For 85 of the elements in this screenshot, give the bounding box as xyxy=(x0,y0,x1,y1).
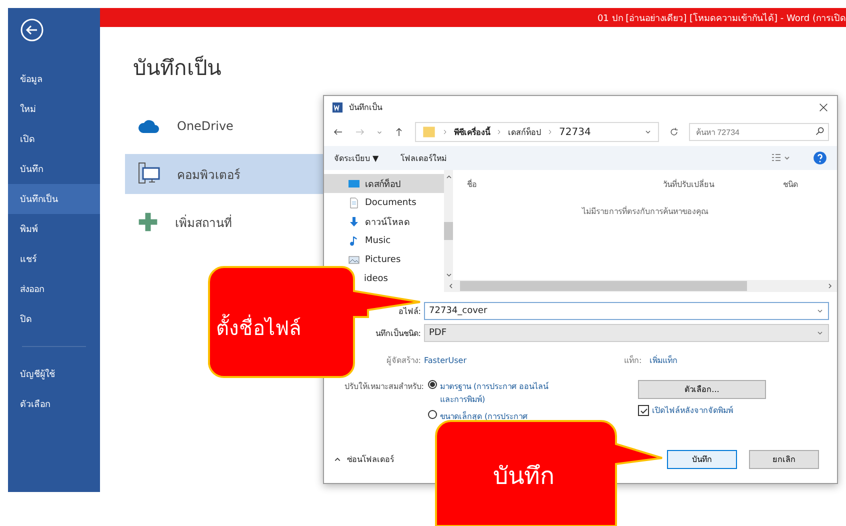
file-name-field[interactable]: 72734_cover xyxy=(424,302,829,320)
cancel-button[interactable]: ยกเลิก xyxy=(749,450,819,468)
tree-item[interactable]: Music xyxy=(324,231,444,250)
field-label: นทึกเป็นชนิด: xyxy=(375,327,421,340)
sidebar-item[interactable]: บัญชีผู้ใช้ xyxy=(8,359,100,389)
breadcrumb[interactable]: พีซีเครื่องนี้ xyxy=(454,126,490,138)
check-icon xyxy=(640,406,648,414)
download-icon xyxy=(348,216,360,228)
chevron-right-icon xyxy=(442,129,448,135)
radio-option[interactable]: ขนาดเล็กสุด (การประกาศ xyxy=(428,410,588,423)
plus-icon xyxy=(137,211,159,233)
hide-folders-toggle[interactable]: ซ่อนโฟลเดอร์ xyxy=(334,452,394,466)
computer-icon xyxy=(137,162,161,186)
file-type-dropdown[interactable]: PDF xyxy=(424,324,829,342)
address-bar[interactable]: พีซีเครื่องนี้ เดสก์ท็อป 72734 xyxy=(415,122,659,142)
desktop-icon xyxy=(348,178,360,190)
word-icon xyxy=(332,102,343,112)
chevron-right-icon xyxy=(547,129,553,135)
scrollbar[interactable] xyxy=(444,280,837,292)
folder-icon xyxy=(422,125,436,139)
back-icon xyxy=(20,18,44,42)
search-icon xyxy=(815,126,825,136)
cloud-icon xyxy=(137,118,161,134)
document-icon xyxy=(348,196,360,208)
scrollbar[interactable] xyxy=(444,170,453,280)
column-header[interactable]: ชนิด xyxy=(783,178,823,191)
sidebar-item[interactable]: บันทึก xyxy=(8,154,100,184)
column-header[interactable]: ชื่อ xyxy=(467,178,663,191)
open-after-checkbox[interactable]: เปิดไฟล์หลังจากจัดพิมพ์ xyxy=(638,404,766,417)
refresh-icon xyxy=(669,127,679,137)
author-link[interactable]: FasterUser xyxy=(424,356,624,364)
breadcrumb[interactable]: 72734 xyxy=(559,126,591,138)
view-options-icon xyxy=(771,153,791,163)
tree-item[interactable]: ดาวน์โหลด xyxy=(324,212,444,231)
chevron-down-icon xyxy=(816,329,824,337)
add-tag-link[interactable]: เพิ่มแท็ก xyxy=(650,354,678,366)
chevron-down-icon xyxy=(446,272,452,278)
chevron-down-icon xyxy=(376,128,383,136)
dialog-title: บันทึกเป็น xyxy=(349,101,384,114)
scrollbar-thumb[interactable] xyxy=(444,222,453,240)
chevron-down-icon xyxy=(816,307,824,315)
tree-item[interactable]: Pictures xyxy=(324,250,444,269)
sidebar-item[interactable]: ส่งออก xyxy=(8,274,100,304)
location-item[interactable]: OneDrive xyxy=(125,106,325,146)
sidebar-item[interactable]: แชร์ xyxy=(8,244,100,274)
location-item[interactable]: เพิ่มสถานที่ xyxy=(125,202,325,242)
page-title: บันทึกเป็น xyxy=(133,54,222,82)
sidebar-item[interactable]: ข้อมูล xyxy=(8,64,100,94)
options-button[interactable]: ตัวเลือก... xyxy=(638,380,766,399)
field-label: แท็ก: xyxy=(624,354,642,366)
callout-text: ตั้งชื่อไฟล์ xyxy=(216,312,301,344)
scrollbar-thumb[interactable] xyxy=(460,281,747,291)
picture-icon xyxy=(348,254,360,266)
close-icon xyxy=(818,102,829,112)
chevron-right-icon xyxy=(827,283,833,289)
breadcrumb[interactable]: เดสก์ท็อป xyxy=(508,126,541,138)
tree-item[interactable]: ideos xyxy=(364,269,444,288)
sidebar-item[interactable]: บันทึกเป็น xyxy=(8,184,100,214)
sidebar-item[interactable]: เปิด xyxy=(8,124,100,154)
chevron-up-icon xyxy=(334,456,341,462)
radio-option[interactable]: มาตรฐาน (การประกาศ ออนไลน์และการพิมพ์) xyxy=(428,380,588,406)
new-folder-button[interactable]: โฟลเดอร์ใหม่ xyxy=(400,152,447,164)
chevron-left-icon xyxy=(448,283,454,289)
empty-message: ไม่มีรายการที่ตรงกับการค้นหาของคุณ xyxy=(580,205,710,218)
search-field[interactable]: ค้นหา 72734 xyxy=(689,123,829,141)
sidebar-item[interactable]: พิมพ์ xyxy=(8,214,100,244)
help-icon xyxy=(813,151,827,165)
music-note-icon xyxy=(348,234,360,246)
sidebar-item[interactable]: ตัวเลือก xyxy=(8,389,100,419)
tree-item[interactable]: เดสก์ท็อป xyxy=(324,174,444,193)
location-item[interactable]: คอมพิวเตอร์ xyxy=(125,154,325,194)
field-label: ผู้จัดสร้าง: xyxy=(386,354,421,366)
sidebar-item[interactable]: ปิด xyxy=(8,304,100,334)
window-title: 01 ปก [อ่านอย่างเดียว] [โหมดความเข้ากันได้] - Word (การเปิด xyxy=(597,12,846,24)
callout-text: บันทึก xyxy=(493,461,555,492)
tree-item[interactable]: Documents xyxy=(324,193,444,212)
save-button[interactable]: บันทึก xyxy=(667,450,737,468)
field-label: ปรับให้เหมาะสมสำหรับ: xyxy=(343,380,425,393)
sidebar-item[interactable]: ใหม่ xyxy=(8,94,100,124)
organize-menu[interactable]: จัดระเบียบ ▼ xyxy=(334,152,379,164)
chevron-right-icon xyxy=(496,129,502,135)
chevron-up-icon xyxy=(446,174,452,180)
chevron-down-icon xyxy=(644,128,652,136)
column-header[interactable]: วันที่ปรับเปลี่ยน xyxy=(663,178,783,191)
field-label: อไฟล์: xyxy=(398,306,421,318)
